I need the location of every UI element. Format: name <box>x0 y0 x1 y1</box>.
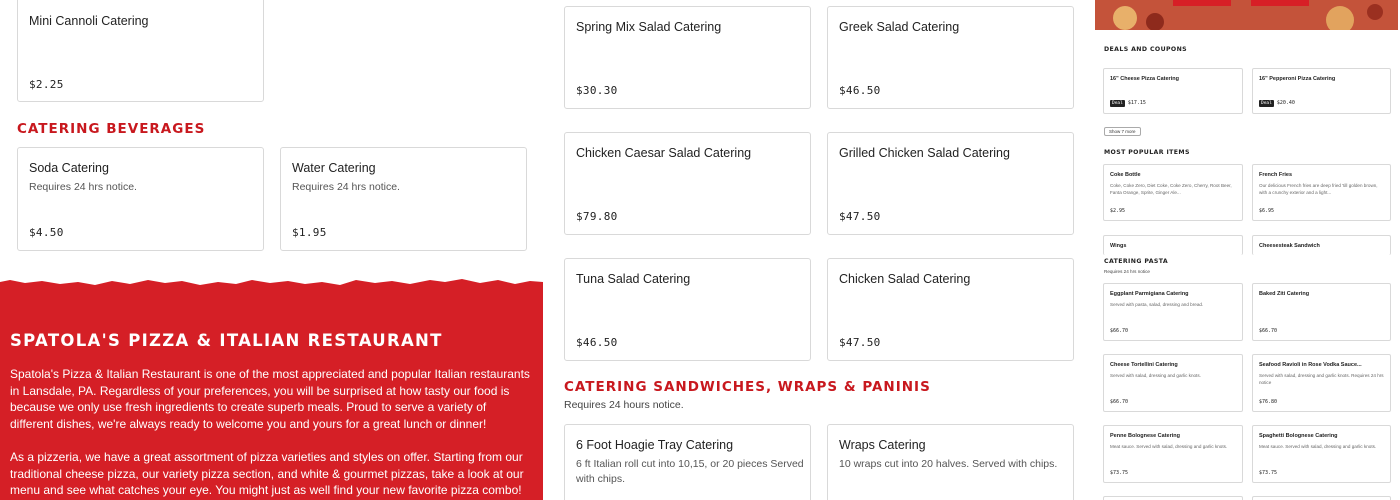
menu-item-card[interactable]: Greek Salad Catering $46.50 <box>827 6 1074 109</box>
section-heading-beverages: CATERING BEVERAGES <box>17 121 206 137</box>
menu-item-card[interactable]: Spaghetti Bolognese Catering Meat sauce.… <box>1252 425 1391 483</box>
menu-item-card[interactable]: Spring Mix Salad Catering $30.30 <box>564 6 811 109</box>
menu-item-card[interactable]: Soda Catering Requires 24 hrs notice. $4… <box>17 147 264 251</box>
deal-card[interactable]: 16" Cheese Pizza Catering Deal $17.15 <box>1103 68 1243 114</box>
item-description: Requires 24 hrs notice. <box>292 181 400 193</box>
item-price: $1.95 <box>292 226 327 239</box>
item-description: Requires 24 hrs notice. <box>29 181 137 193</box>
popular-item-card[interactable]: Wings <box>1103 235 1243 255</box>
item-name: Penne Bolognese Catering <box>1110 433 1180 439</box>
item-name: Wings <box>1110 243 1127 249</box>
show-more-button[interactable]: Show 7 more <box>1104 127 1141 136</box>
item-name: Chicken Caesar Salad Catering <box>576 146 752 160</box>
deal-price-row: Deal $17.15 <box>1110 100 1146 107</box>
section-heading-deals: DEALS AND COUPONS <box>1104 46 1188 53</box>
item-description: Our delicious French fries are deep frie… <box>1259 183 1378 195</box>
section-heading-pasta: CATERING PASTA <box>1104 258 1169 265</box>
restaurant-about-section: SPATOLA'S PIZZA & ITALIAN RESTAURANT Spa… <box>0 270 543 500</box>
item-price: $2.95 <box>1110 208 1126 214</box>
item-name: Tuna Salad Catering <box>576 272 691 286</box>
item-price: $46.50 <box>576 336 618 349</box>
about-paragraph: Spatola's Pizza & Italian Restaurant is … <box>10 367 530 431</box>
item-name: Cheesesteak Sandwich <box>1259 243 1320 249</box>
item-price: $66.70 <box>1110 328 1129 334</box>
item-description: Meat sauce. Served with salad, dressing … <box>1110 444 1228 449</box>
menu-item-card[interactable]: Mini Cannoli Catering $2.25 <box>17 0 264 102</box>
menu-item-card[interactable]: Baked Ziti Catering $66.70 <box>1252 283 1391 341</box>
item-name: Seafood Ravioli in Rose Vodka Sauce... <box>1259 362 1362 368</box>
deal-card[interactable]: 16" Pepperoni Pizza Catering Deal $20.40 <box>1252 68 1391 114</box>
torn-edge-decoration <box>0 270 543 285</box>
item-price: $20.40 <box>1276 100 1295 106</box>
item-name: 16" Cheese Pizza Catering <box>1110 76 1179 82</box>
item-name: Chicken Salad Catering <box>839 272 971 286</box>
item-name: Water Catering <box>292 161 376 175</box>
menu-item-card[interactable]: Chicken Salad Catering $47.50 <box>827 258 1074 361</box>
item-description: Coke, Coke Zero, Diet Coke, Coke Zero, C… <box>1110 183 1232 195</box>
item-description: 6 ft Italian roll cut into 10,15, or 20 … <box>576 458 804 485</box>
menu-item-card[interactable] <box>1103 496 1243 500</box>
deal-badge: Deal <box>1110 100 1125 107</box>
item-name: Greek Salad Catering <box>839 20 960 34</box>
popular-item-card[interactable]: Cheesesteak Sandwich <box>1252 235 1391 255</box>
item-name: Baked Ziti Catering <box>1259 291 1310 297</box>
about-paragraph: As a pizzeria, we have a great assortmen… <box>10 450 524 497</box>
item-price: $47.50 <box>839 210 881 223</box>
item-price: $79.80 <box>576 210 618 223</box>
item-price: $73.75 <box>1259 470 1278 476</box>
item-description: Served with pasta, salad, dressing and b… <box>1110 302 1204 307</box>
item-name: Mini Cannoli Catering <box>29 14 149 28</box>
popular-item-card[interactable]: French Fries Our delicious French fries … <box>1252 164 1391 221</box>
menu-item-card[interactable]: 6 Foot Hoagie Tray Catering 6 ft Italian… <box>564 424 811 500</box>
item-name: Coke Bottle <box>1110 172 1141 178</box>
item-name: French Fries <box>1259 172 1293 178</box>
item-name: 6 Foot Hoagie Tray Catering <box>576 438 734 452</box>
hero-banner-image <box>1095 0 1398 30</box>
item-name: Spring Mix Salad Catering <box>576 20 722 34</box>
item-price: $76.80 <box>1259 399 1278 405</box>
item-description: Meat sauce. Served with salad, dressing … <box>1259 444 1377 449</box>
item-name: Cheese Tortellini Catering <box>1110 362 1178 368</box>
item-name: Wraps Catering <box>839 438 926 452</box>
item-description: 10 wraps cut into 20 halves. Served with… <box>839 458 1058 470</box>
item-price: $66.70 <box>1110 399 1129 405</box>
section-heading-popular: MOST POPULAR ITEMS <box>1104 149 1190 156</box>
deal-badge: Deal <box>1259 100 1274 107</box>
item-price: $30.30 <box>576 84 618 97</box>
popular-item-card[interactable]: Coke Bottle Coke, Coke Zero, Diet Coke, … <box>1103 164 1243 221</box>
section-subheading: Requires 24 hrs notice <box>1104 269 1150 274</box>
item-name: Grilled Chicken Salad Catering <box>839 146 1010 160</box>
item-price: $6.95 <box>1259 208 1275 214</box>
menu-item-card[interactable]: Penne Bolognese Catering Meat sauce. Ser… <box>1103 425 1243 483</box>
item-name: Spaghetti Bolognese Catering <box>1259 433 1338 439</box>
item-price: $47.50 <box>839 336 881 349</box>
menu-item-card[interactable]: Tuna Salad Catering $46.50 <box>564 258 811 361</box>
menu-item-card[interactable]: Grilled Chicken Salad Catering $47.50 <box>827 132 1074 235</box>
section-subheading: Requires 24 hours notice. <box>564 399 684 411</box>
menu-item-card[interactable]: Chicken Caesar Salad Catering $79.80 <box>564 132 811 235</box>
item-price: $17.15 <box>1127 100 1146 106</box>
restaurant-title: SPATOLA'S PIZZA & ITALIAN RESTAURANT <box>10 331 443 350</box>
item-description: Served with salad, dressing and garlic k… <box>1259 373 1384 385</box>
deal-price-row: Deal $20.40 <box>1259 100 1295 107</box>
item-name: Eggplant Parmigiana Catering <box>1110 291 1189 297</box>
section-heading-sandwiches: CATERING SANDWICHES, WRAPS & PANINIS <box>564 379 931 395</box>
item-name: Soda Catering <box>29 161 109 175</box>
item-description: Served with salad, dressing and garlic k… <box>1110 373 1201 378</box>
item-price: $2.25 <box>29 78 64 91</box>
menu-item-card[interactable]: Seafood Ravioli in Rose Vodka Sauce... S… <box>1252 354 1391 412</box>
item-name: 16" Pepperoni Pizza Catering <box>1259 76 1336 82</box>
item-price: $73.75 <box>1110 470 1129 476</box>
pizza-banner-graphic <box>1095 0 1398 30</box>
menu-item-card[interactable]: Water Catering Requires 24 hrs notice. $… <box>280 147 527 251</box>
menu-item-card[interactable] <box>1252 496 1391 500</box>
menu-item-card[interactable]: Cheese Tortellini Catering Served with s… <box>1103 354 1243 412</box>
item-price: $66.70 <box>1259 328 1278 334</box>
item-price: $4.50 <box>29 226 64 239</box>
menu-item-card[interactable]: Wraps Catering 10 wraps cut into 20 halv… <box>827 424 1074 500</box>
item-price: $46.50 <box>839 84 881 97</box>
menu-item-card[interactable]: Eggplant Parmigiana Catering Served with… <box>1103 283 1243 341</box>
